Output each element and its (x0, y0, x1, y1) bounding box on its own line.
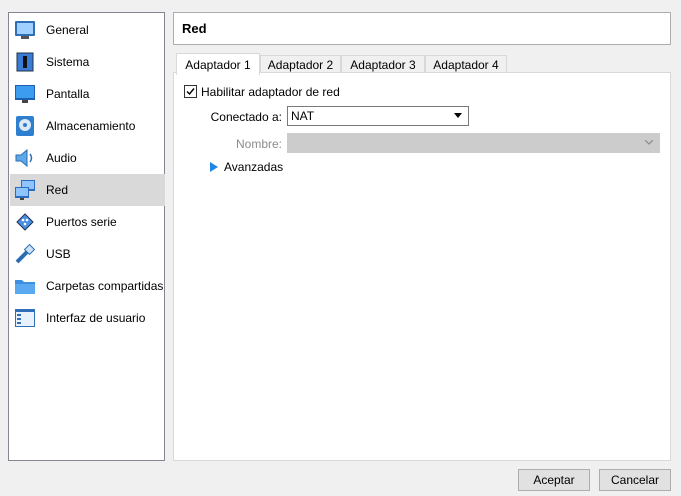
tab-adapter-1[interactable]: Adaptador 1 (176, 53, 260, 75)
sidebar-item-label: General (46, 23, 89, 37)
general-icon (13, 18, 37, 42)
page-title: Red (173, 12, 671, 45)
sidebar-item-label: Almacenamiento (46, 119, 136, 133)
chevron-down-icon (645, 140, 653, 145)
shared-folders-icon (13, 274, 37, 298)
chevron-down-icon (454, 113, 462, 118)
serial-ports-icon (13, 210, 37, 234)
system-icon (13, 50, 37, 74)
sidebar-item-label: Sistema (46, 55, 90, 69)
sidebar-item-usb[interactable]: USB (10, 238, 165, 270)
advanced-label: Avanzadas (224, 160, 284, 174)
network-icon (13, 178, 37, 202)
sidebar-item-storage[interactable]: Almacenamiento (10, 110, 165, 142)
adapter-panel (173, 72, 671, 461)
sidebar-item-label: Interfaz de usuario (46, 311, 146, 325)
usb-icon (13, 242, 37, 266)
settings-sidebar: General Sistema Pantalla Almacenamiento … (8, 12, 165, 461)
sidebar-item-network[interactable]: Red (10, 174, 165, 206)
expand-arrow-icon (210, 162, 218, 172)
cancel-button[interactable]: Cancelar (599, 469, 671, 491)
sidebar-item-audio[interactable]: Audio (10, 142, 165, 174)
name-select[interactable] (287, 133, 660, 153)
sidebar-item-general[interactable]: General (10, 14, 165, 46)
sidebar-item-label: USB (46, 247, 71, 261)
name-label: Nombre: (235, 137, 282, 151)
attached-to-label: Conectado a: (210, 110, 282, 124)
ok-button[interactable]: Aceptar (518, 469, 590, 491)
enable-adapter-checkbox[interactable] (184, 85, 197, 98)
sidebar-item-system[interactable]: Sistema (10, 46, 165, 78)
sidebar-item-display[interactable]: Pantalla (10, 78, 165, 110)
display-icon (13, 82, 37, 106)
checkmark-icon (186, 88, 195, 96)
sidebar-item-user-interface[interactable]: Interfaz de usuario (10, 302, 165, 334)
attached-to-select[interactable]: NAT (287, 106, 469, 126)
advanced-toggle[interactable]: Avanzadas (210, 160, 283, 174)
storage-icon (13, 114, 37, 138)
sidebar-item-label: Audio (46, 151, 77, 165)
user-interface-icon (13, 306, 37, 330)
sidebar-item-label: Red (46, 183, 69, 197)
sidebar-item-label: Puertos serie (46, 215, 117, 229)
attached-to-value: NAT (291, 109, 315, 123)
audio-icon (13, 146, 37, 170)
sidebar-item-label: Carpetas compartidas (46, 279, 164, 293)
sidebar-item-label: Pantalla (46, 87, 90, 101)
sidebar-item-serial-ports[interactable]: Puertos serie (10, 206, 165, 238)
sidebar-item-shared-folders[interactable]: Carpetas compartidas (10, 270, 165, 302)
enable-adapter-label[interactable]: Habilitar adaptador de red (201, 85, 340, 99)
